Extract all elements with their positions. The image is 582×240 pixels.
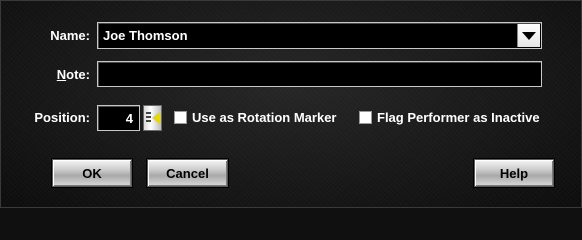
chevron-down-icon (522, 31, 536, 40)
note-label-rest: ote: (66, 67, 90, 82)
name-dropdown-button[interactable] (517, 24, 540, 47)
help-button[interactable]: Help (474, 159, 554, 187)
cancel-button[interactable]: Cancel (147, 159, 228, 187)
rotation-marker-label: Use as Rotation Marker (192, 110, 337, 125)
position-label: Position: (34, 110, 90, 125)
position-value: 4 (125, 111, 133, 126)
rotation-marker-option[interactable]: Use as Rotation Marker (174, 110, 337, 125)
name-value: Joe Thomson (103, 28, 188, 43)
flag-inactive-option[interactable]: Flag Performer as Inactive (359, 110, 540, 125)
note-label-mnemonic: N (56, 67, 67, 82)
spin-arrow-icon (146, 111, 159, 125)
name-combobox[interactable]: Joe Thomson (97, 22, 542, 49)
name-label: Name: (50, 28, 90, 43)
position-input[interactable]: 4 (97, 105, 140, 131)
rotation-marker-checkbox[interactable] (174, 111, 187, 124)
flag-inactive-checkbox[interactable] (359, 111, 372, 124)
note-label: Note: (57, 67, 90, 82)
position-spin-button[interactable] (143, 105, 162, 131)
performer-dialog: Name: Joe Thomson Note: Position: 4 Use … (0, 0, 582, 208)
flag-inactive-label: Flag Performer as Inactive (377, 110, 540, 125)
ok-button[interactable]: OK (52, 159, 132, 187)
note-input[interactable] (97, 61, 542, 87)
